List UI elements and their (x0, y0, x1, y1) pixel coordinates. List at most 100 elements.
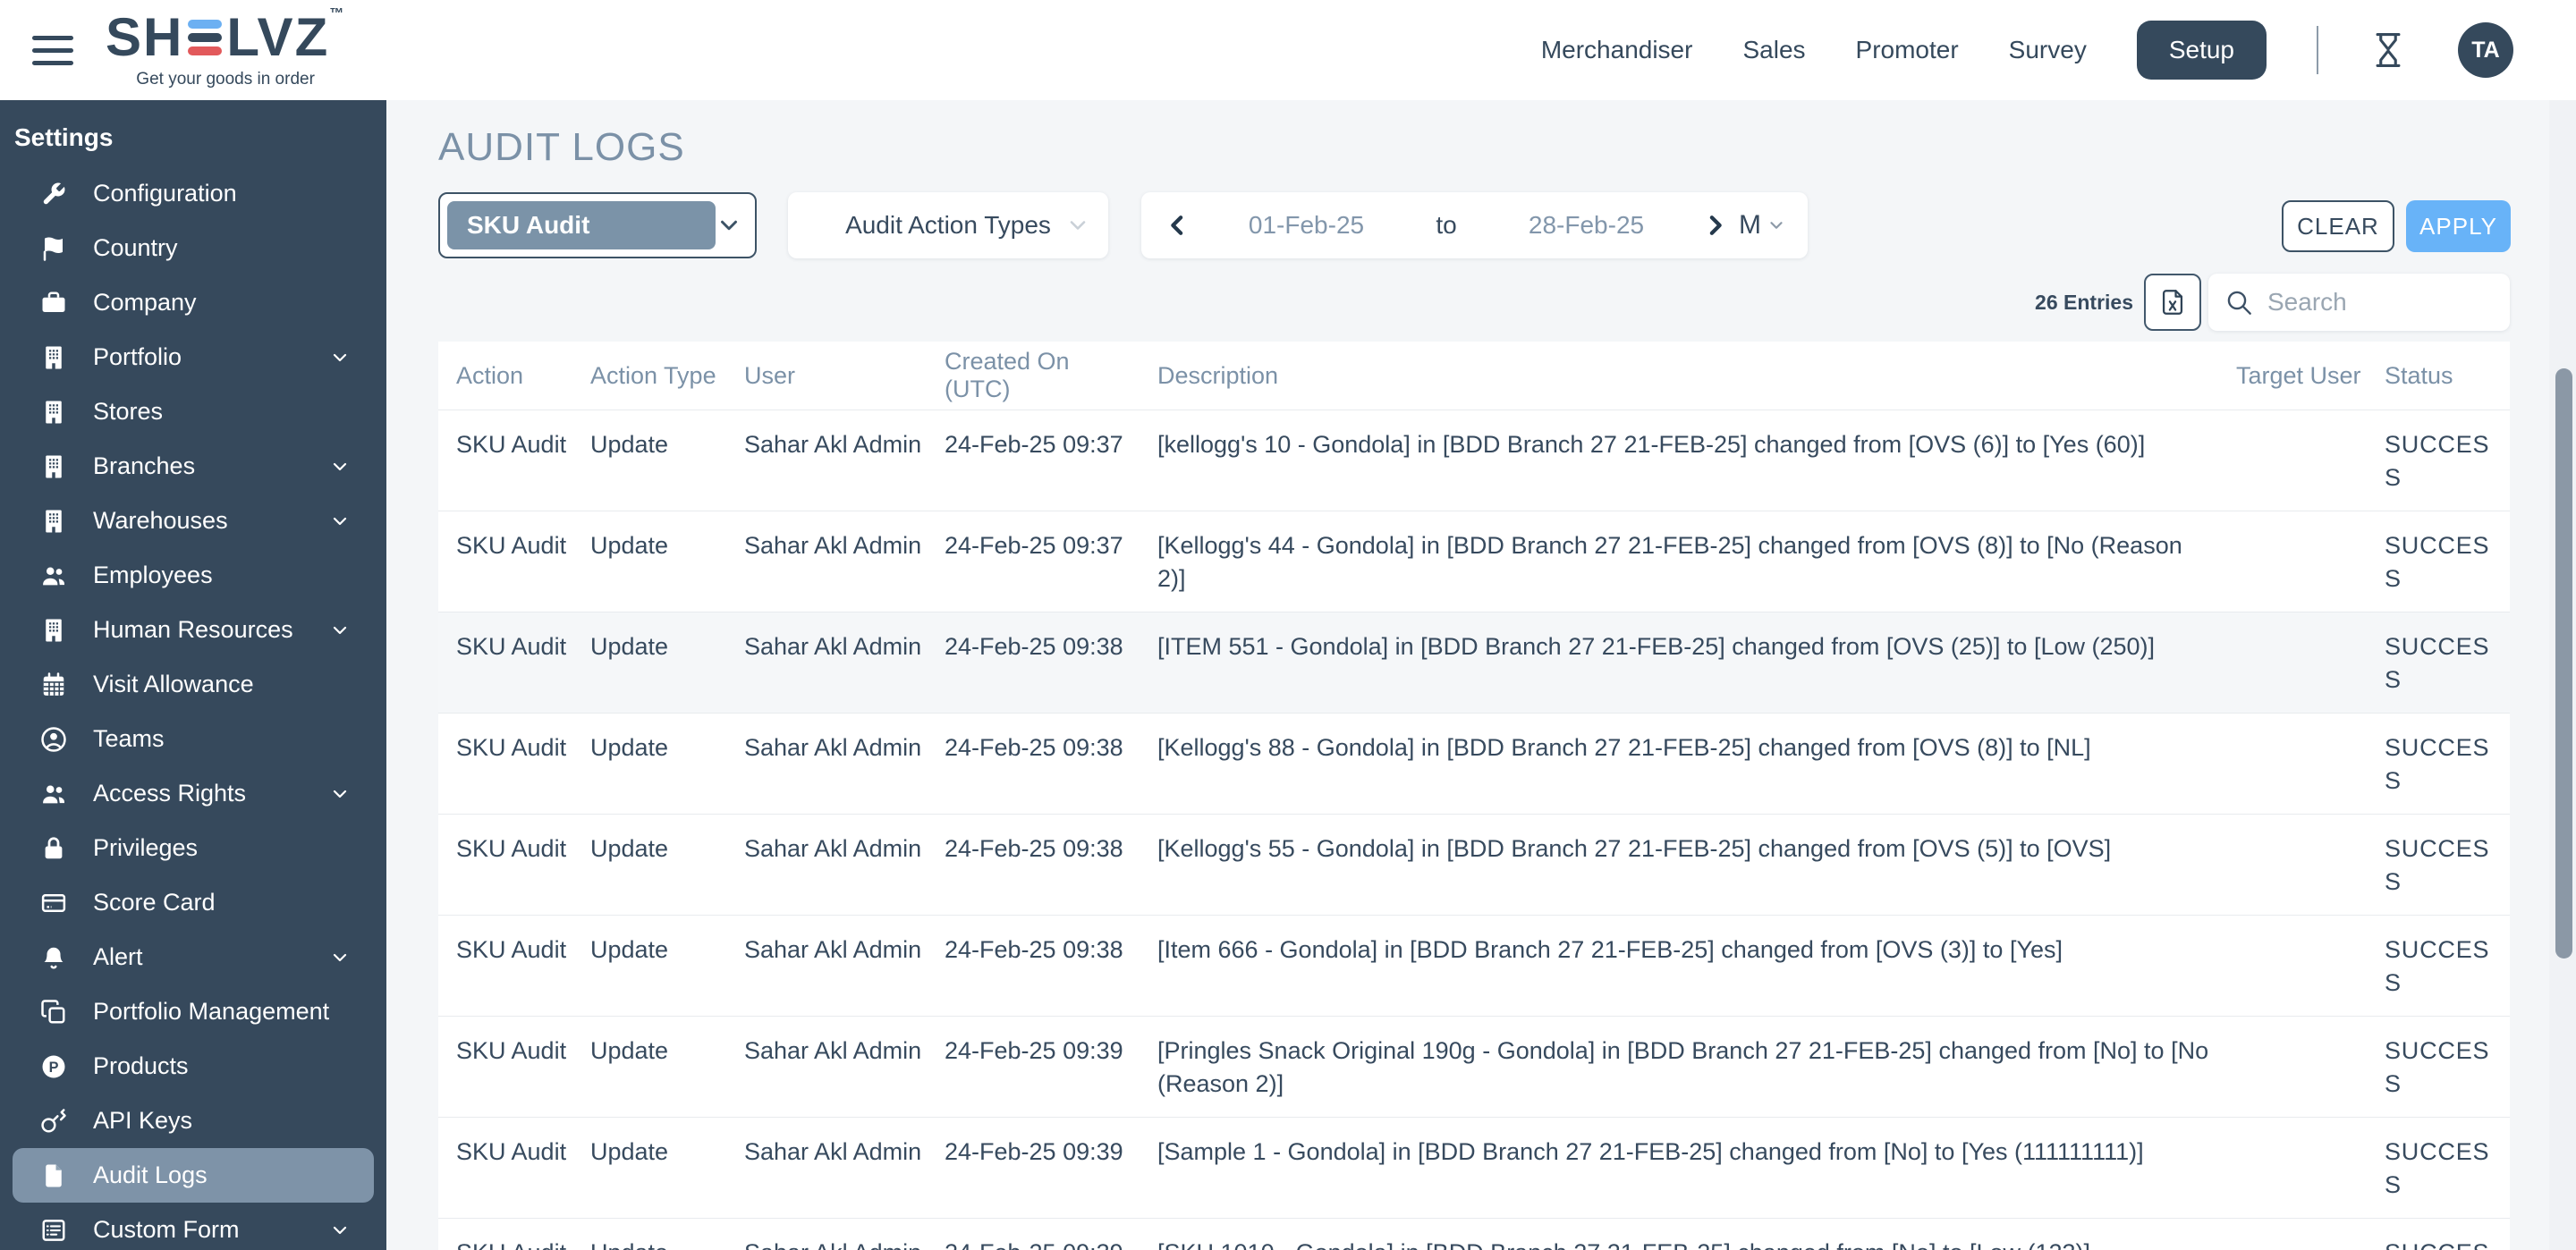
cell-status: SUCCESS (2385, 1237, 2510, 1250)
cell-user: Sahar Akl Admin (744, 1237, 945, 1250)
cell-status: SUCCESS (2385, 1138, 2490, 1198)
date-range-picker: 01-Feb-25 to 28-Feb-25 M (1141, 192, 1808, 258)
previous-period-button[interactable] (1163, 210, 1193, 241)
next-period-button[interactable] (1699, 210, 1730, 241)
sidebar-item-label: Portfolio (93, 343, 182, 370)
sidebar-item-custom-form[interactable]: Custom Form (13, 1203, 374, 1250)
cell-user: Sahar Akl Admin (744, 734, 922, 761)
cell-created-on: 24-Feb-25 09:37 (945, 532, 1123, 559)
cell-created-on: 24-Feb-25 09:38 (945, 633, 1123, 660)
header-divider (2317, 26, 2318, 74)
cell-user: Sahar Akl Admin (744, 1138, 922, 1165)
granularity-select[interactable]: M (1739, 210, 1786, 241)
sidebar-item-stores[interactable]: Stores (13, 384, 374, 439)
cell-description: [Sample 1 - Gondola] in [BDD Branch 27 2… (1157, 1138, 2144, 1165)
svg-text:P: P (49, 1059, 59, 1075)
nav-item-promoter[interactable]: Promoter (1856, 36, 1959, 64)
column-header-status: Status (2385, 361, 2453, 389)
sidebar-item-alert[interactable]: Alert (13, 930, 374, 984)
cell-action: SKU Audit (456, 734, 567, 761)
logo-text-prefix: SH (106, 7, 184, 67)
cell-created-on: 24-Feb-25 09:39 (945, 1237, 1157, 1250)
cell-created-on: 24-Feb-25 09:38 (945, 936, 1123, 963)
nav-item-survey[interactable]: Survey (2009, 36, 2087, 64)
sidebar-item-label: Access Rights (93, 780, 247, 807)
cell-status: SUCCESS (2385, 1037, 2490, 1097)
sidebar-item-label: Company (93, 289, 197, 316)
column-header-description: Description (1157, 361, 1279, 389)
hourglass-icon[interactable] (2368, 30, 2408, 70)
cell-action: SKU Audit (456, 835, 567, 862)
p-circle-icon: P (39, 1052, 68, 1081)
cell-action: SKU Audit (456, 1037, 567, 1064)
sidebar-title: Settings (14, 123, 114, 151)
sidebar-item-label: Privileges (93, 834, 199, 861)
audit-action-types-select[interactable]: Audit Action Types (788, 192, 1108, 258)
setup-button[interactable]: Setup (2136, 21, 2267, 80)
date-to-value[interactable]: 28-Feb-25 (1473, 211, 1699, 240)
building-icon (39, 616, 68, 645)
sidebar-item-privileges[interactable]: Privileges (13, 821, 374, 875)
sidebar-item-label: Audit Logs (93, 1161, 208, 1188)
apply-button[interactable]: APPLY (2406, 200, 2511, 252)
hamburger-menu-icon[interactable] (32, 35, 73, 65)
cell-action: SKU Audit (456, 1138, 567, 1165)
building-icon (39, 452, 68, 481)
export-excel-button[interactable] (2144, 274, 2201, 331)
cell-action: SKU Audit (456, 633, 567, 660)
cell-status: SUCCESS (2385, 633, 2490, 693)
chevron-down-icon (1767, 215, 1786, 235)
sidebar-item-label: API Keys (93, 1107, 193, 1134)
sidebar-item-company[interactable]: Company (13, 275, 374, 330)
cell-user: Sahar Akl Admin (744, 431, 922, 458)
avatar[interactable]: TA (2458, 22, 2513, 78)
sidebar-item-products[interactable]: P Products (13, 1039, 374, 1094)
nav-item-sales[interactable]: Sales (1742, 36, 1805, 64)
column-header-created-on: Created On (UTC) (945, 348, 1070, 402)
cell-action-type: Update (590, 633, 669, 660)
chevron-down-icon (329, 620, 351, 641)
nav-item-merchandiser[interactable]: Merchandiser (1541, 36, 1693, 64)
search-input[interactable] (2267, 288, 2494, 317)
date-from-value[interactable]: 01-Feb-25 (1193, 211, 1419, 240)
logo-tagline: Get your goods in order (136, 70, 315, 89)
chevron-down-icon (329, 456, 351, 477)
sidebar-item-portfolio[interactable]: Portfolio (13, 330, 374, 384)
cell-user: Sahar Akl Admin (744, 835, 922, 862)
scrollbar-track[interactable] (2549, 100, 2576, 1250)
sidebar-item-audit-logs[interactable]: Audit Logs (13, 1148, 374, 1203)
sidebar-item-label: Teams (93, 725, 165, 752)
sidebar-item-api-keys[interactable]: API Keys (13, 1094, 374, 1148)
sidebar-item-configuration[interactable]: Configuration (13, 166, 374, 221)
table-row: SKU Audit Update Sahar Akl Admin 24-Feb-… (438, 1117, 2510, 1218)
sidebar-item-label: Human Resources (93, 616, 293, 643)
column-header-action-type: Action Type (590, 361, 716, 389)
scrollbar-thumb[interactable] (2555, 368, 2572, 959)
cell-description: [SKU 1010 - Gondola] in [BDD Branch 27 2… (1157, 1237, 2236, 1250)
column-header-action: Action (456, 361, 524, 389)
sidebar-item-score-card[interactable]: Score Card (13, 875, 374, 930)
search-icon (2227, 291, 2251, 315)
main-content: AUDIT LOGS SKU Audit Audit Action Types … (386, 100, 2576, 1250)
sidebar-item-human-resources[interactable]: Human Resources (13, 603, 374, 657)
sidebar-item-access-rights[interactable]: Access Rights (13, 766, 374, 821)
sidebar-item-teams[interactable]: Teams (13, 712, 374, 766)
sidebar-item-employees[interactable]: Employees (13, 548, 374, 603)
cell-description: [Kellogg's 88 - Gondola] in [BDD Branch … (1157, 734, 2091, 761)
audit-type-select[interactable]: SKU Audit (438, 192, 757, 258)
sidebar-item-visit-allowance[interactable]: Visit Allowance (13, 657, 374, 712)
chevron-down-icon (329, 783, 351, 805)
table-row: SKU Audit Update Sahar Akl Admin 24-Feb-… (438, 612, 2510, 713)
sidebar-item-country[interactable]: Country (13, 221, 374, 275)
cell-status: SUCCESS (2385, 835, 2490, 895)
cell-user: Sahar Akl Admin (744, 936, 922, 963)
sidebar-item-branches[interactable]: Branches (13, 439, 374, 494)
sidebar-item-warehouses[interactable]: Warehouses (13, 494, 374, 548)
cell-action-type: Update (590, 532, 669, 559)
form-icon (39, 1216, 68, 1245)
cell-description: [Kellogg's 44 - Gondola] in [BDD Branch … (1157, 532, 2182, 592)
sidebar-item-label: Stores (93, 398, 164, 425)
sidebar-item-portfolio-management[interactable]: Portfolio Management (13, 984, 374, 1039)
audit-type-selected-tag[interactable]: SKU Audit (447, 201, 716, 249)
clear-button[interactable]: CLEAR (2282, 200, 2394, 252)
